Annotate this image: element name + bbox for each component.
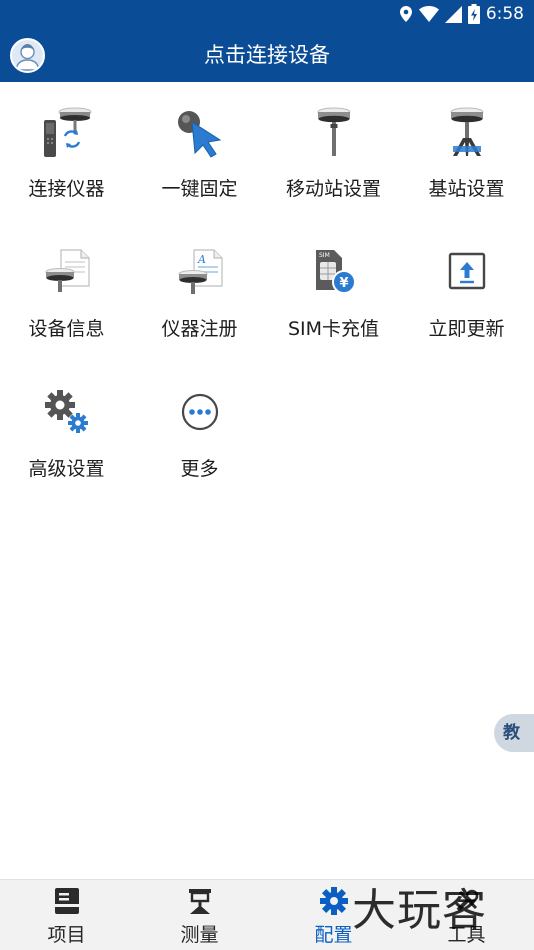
svg-text:SIM: SIM bbox=[319, 252, 330, 259]
project-icon bbox=[54, 888, 79, 914]
status-bar: 6:58 bbox=[0, 0, 534, 28]
svg-text:A: A bbox=[197, 253, 206, 266]
tile-device-info[interactable]: 设备信息 bbox=[0, 222, 133, 362]
survey-icon bbox=[188, 889, 211, 914]
tools-icon bbox=[456, 889, 478, 912]
device-info-icon bbox=[45, 249, 90, 292]
tile-instrument-register[interactable]: A 仪器注册 bbox=[133, 222, 266, 362]
update-icon bbox=[448, 252, 486, 290]
tile-more[interactable]: 更多 bbox=[133, 362, 266, 502]
more-icon bbox=[181, 393, 219, 431]
status-time: 6:58 bbox=[485, 4, 524, 24]
tile-label: 更多 bbox=[180, 458, 219, 480]
tile-label: 立即更新 bbox=[428, 318, 505, 340]
connect-instrument-icon bbox=[44, 107, 92, 157]
tile-one-click-fix[interactable]: 一键固定 bbox=[133, 82, 266, 222]
rover-station-icon bbox=[317, 107, 351, 156]
one-click-fix-icon bbox=[178, 111, 222, 158]
status-icons: 6:58 bbox=[399, 3, 524, 25]
sim-recharge-icon: SIM ¥ bbox=[316, 250, 356, 294]
nav-label: 项目 bbox=[47, 924, 86, 946]
nav-label: 测量 bbox=[180, 924, 219, 946]
tile-rover-station[interactable]: 移动站设置 bbox=[267, 82, 400, 222]
tile-label: 连接仪器 bbox=[28, 178, 105, 200]
app-bar: 点击连接设备 bbox=[0, 28, 534, 82]
signal-icon bbox=[444, 5, 462, 23]
tile-label: 设备信息 bbox=[28, 318, 105, 340]
tile-label: 一键固定 bbox=[161, 178, 238, 200]
bottom-nav: 项目 测量 配置 工具 bbox=[0, 879, 534, 950]
tile-update[interactable]: 立即更新 bbox=[400, 222, 533, 362]
nav-label: 工具 bbox=[447, 924, 486, 946]
nav-item-tools[interactable]: 工具 bbox=[400, 880, 533, 950]
nav-item-config[interactable]: 配置 bbox=[267, 880, 400, 950]
location-icon bbox=[399, 6, 412, 22]
tile-label: 移动站设置 bbox=[285, 178, 381, 200]
nav-item-survey[interactable]: 测量 bbox=[133, 880, 266, 950]
tutorial-side-tab[interactable]: 教 bbox=[494, 714, 534, 752]
svg-text:¥: ¥ bbox=[339, 276, 348, 291]
nav-label: 配置 bbox=[314, 924, 353, 946]
advanced-settings-icon bbox=[45, 390, 88, 433]
nav-item-project[interactable]: 项目 bbox=[0, 880, 133, 950]
tile-base-station[interactable]: 基站设置 bbox=[400, 82, 533, 222]
tile-label: SIM卡充值 bbox=[287, 318, 380, 340]
tile-advanced-settings[interactable]: 高级设置 bbox=[0, 362, 133, 502]
tile-sim-recharge[interactable]: SIM ¥ SIM卡充值 bbox=[267, 222, 400, 362]
tile-connect-instrument[interactable]: 连接仪器 bbox=[0, 82, 133, 222]
instrument-register-icon: A bbox=[178, 249, 223, 294]
tile-label: 仪器注册 bbox=[161, 318, 238, 340]
wifi-icon bbox=[418, 6, 439, 22]
config-icon bbox=[319, 887, 348, 915]
battery-charging-icon bbox=[467, 4, 480, 24]
base-station-icon bbox=[450, 107, 484, 156]
tile-label: 基站设置 bbox=[428, 178, 505, 200]
tile-label: 高级设置 bbox=[28, 458, 105, 480]
page-title[interactable]: 点击连接设备 bbox=[0, 28, 534, 82]
